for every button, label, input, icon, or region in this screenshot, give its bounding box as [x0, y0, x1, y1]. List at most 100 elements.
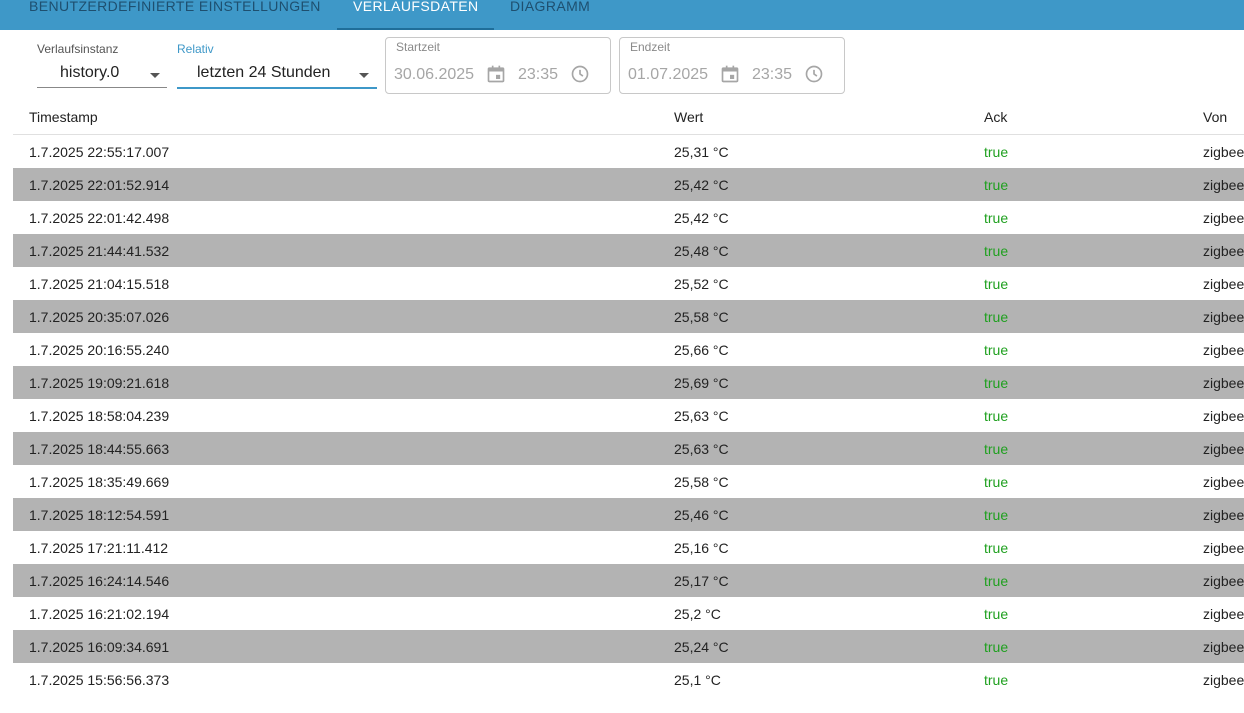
cell-from: zigbee: [1203, 639, 1244, 655]
cell-ack: true: [984, 573, 1009, 589]
table-row[interactable]: 1.7.2025 18:12:54.591 25,46 °C true zigbee: [13, 498, 1244, 531]
cell-from: zigbee: [1203, 342, 1244, 358]
cell-from: zigbee: [1203, 441, 1244, 457]
table-row[interactable]: 1.7.2025 16:09:34.691 25,24 °C true zigbee: [13, 630, 1244, 663]
calendar-icon[interactable]: [486, 64, 506, 84]
cell-timestamp: 1.7.2025 22:01:42.498: [29, 210, 170, 226]
cell-ack: true: [984, 474, 1009, 490]
end-date-input[interactable]: 01.07.2025: [628, 66, 708, 84]
cell-value: 25,17 °C: [674, 573, 729, 589]
table-body: 1.7.2025 22:55:17.007 25,31 °C true zigbee 1…: [13, 135, 1244, 696]
instance-select[interactable]: history.0: [37, 61, 167, 88]
cell-timestamp: 1.7.2025 16:24:14.546: [29, 573, 170, 589]
cell-from: zigbee: [1203, 309, 1244, 325]
start-time-label: Startzeit: [396, 40, 441, 54]
cell-value: 25,16 °C: [674, 540, 729, 556]
cell-from: zigbee: [1203, 672, 1244, 688]
tab-history-data[interactable]: VERLAUFSDATEN: [353, 0, 479, 30]
cell-timestamp: 1.7.2025 22:55:17.007: [29, 144, 170, 160]
cell-timestamp: 1.7.2025 18:58:04.239: [29, 408, 170, 424]
cell-timestamp: 1.7.2025 21:44:41.532: [29, 243, 170, 259]
cell-ack: true: [984, 606, 1009, 622]
table-row[interactable]: 1.7.2025 16:21:02.194 25,2 °C true zigbee: [13, 597, 1244, 630]
start-time-input[interactable]: 23:35: [518, 66, 558, 84]
table-row[interactable]: 1.7.2025 22:01:52.914 25,42 °C true zigbee: [13, 168, 1244, 201]
cell-value: 25,48 °C: [674, 243, 729, 259]
cell-timestamp: 1.7.2025 19:09:21.618: [29, 375, 170, 391]
end-time-group: Endzeit 01.07.2025 23:35: [619, 37, 845, 94]
end-time-label: Endzeit: [630, 40, 671, 54]
table-row[interactable]: 1.7.2025 22:01:42.498 25,42 °C true zigbee: [13, 201, 1244, 234]
cell-ack: true: [984, 507, 1009, 523]
cell-ack: true: [984, 639, 1009, 655]
cell-timestamp: 1.7.2025 15:56:56.373: [29, 672, 170, 688]
cell-value: 25,63 °C: [674, 441, 729, 457]
cell-ack: true: [984, 540, 1009, 556]
tab-chart[interactable]: DIAGRAMM: [510, 0, 590, 30]
table-row[interactable]: 1.7.2025 19:09:21.618 25,69 °C true zigbee: [13, 366, 1244, 399]
header-timestamp[interactable]: Timestamp: [29, 109, 98, 125]
chevron-down-icon: [359, 73, 369, 78]
cell-value: 25,69 °C: [674, 375, 729, 391]
cell-from: zigbee: [1203, 408, 1244, 424]
cell-value: 25,66 °C: [674, 342, 729, 358]
cell-value: 25,46 °C: [674, 507, 729, 523]
cell-value: 25,63 °C: [674, 408, 729, 424]
cell-ack: true: [984, 309, 1009, 325]
table-row[interactable]: 1.7.2025 18:58:04.239 25,63 °C true zigbee: [13, 399, 1244, 432]
calendar-icon[interactable]: [720, 64, 740, 84]
table-row[interactable]: 1.7.2025 17:21:11.412 25,16 °C true zigbee: [13, 531, 1244, 564]
table-row[interactable]: 1.7.2025 15:56:56.373 25,1 °C true zigbee: [13, 663, 1244, 696]
cell-from: zigbee: [1203, 540, 1244, 556]
table-row[interactable]: 1.7.2025 21:44:41.532 25,48 °C true zigbee: [13, 234, 1244, 267]
cell-from: zigbee: [1203, 573, 1244, 589]
cell-from: zigbee: [1203, 243, 1244, 259]
cell-from: zigbee: [1203, 276, 1244, 292]
table-header: Timestamp Wert Ack Von: [13, 98, 1244, 135]
table-row[interactable]: 1.7.2025 20:35:07.026 25,58 °C true zigbee: [13, 300, 1244, 333]
clock-icon[interactable]: [804, 64, 824, 84]
cell-from: zigbee: [1203, 177, 1244, 193]
history-table: Timestamp Wert Ack Von 1.7.2025 22:55:17…: [13, 98, 1244, 696]
cell-timestamp: 1.7.2025 18:12:54.591: [29, 507, 170, 523]
table-row[interactable]: 1.7.2025 20:16:55.240 25,66 °C true zigbee: [13, 333, 1244, 366]
chevron-down-icon: [150, 73, 160, 78]
cell-from: zigbee: [1203, 144, 1244, 160]
cell-ack: true: [984, 408, 1009, 424]
header-value[interactable]: Wert: [674, 109, 703, 125]
clock-icon[interactable]: [570, 64, 590, 84]
relative-label: Relativ: [177, 42, 214, 56]
cell-from: zigbee: [1203, 507, 1244, 523]
table-row[interactable]: 1.7.2025 16:24:14.546 25,17 °C true zigbee: [13, 564, 1244, 597]
cell-value: 25,58 °C: [674, 309, 729, 325]
instance-value: history.0: [60, 64, 120, 81]
cell-timestamp: 1.7.2025 17:21:11.412: [29, 540, 169, 556]
tab-custom-settings[interactable]: BENUTZERDEFINIERTE EINSTELLUNGEN: [29, 0, 321, 30]
cell-ack: true: [984, 342, 1009, 358]
cell-ack: true: [984, 375, 1009, 391]
table-row[interactable]: 1.7.2025 22:55:17.007 25,31 °C true zigbee: [13, 135, 1244, 168]
relative-select[interactable]: letzten 24 Stunden: [177, 61, 377, 89]
cell-ack: true: [984, 243, 1009, 259]
cell-from: zigbee: [1203, 375, 1244, 391]
table-row[interactable]: 1.7.2025 21:04:15.518 25,52 °C true zigbee: [13, 267, 1244, 300]
cell-ack: true: [984, 210, 1009, 226]
cell-value: 25,42 °C: [674, 210, 729, 226]
cell-from: zigbee: [1203, 474, 1244, 490]
cell-timestamp: 1.7.2025 22:01:52.914: [29, 177, 170, 193]
start-date-input[interactable]: 30.06.2025: [394, 66, 474, 84]
cell-timestamp: 1.7.2025 16:21:02.194: [29, 606, 170, 622]
relative-value: letzten 24 Stunden: [197, 64, 331, 81]
cell-value: 25,42 °C: [674, 177, 729, 193]
cell-value: 25,2 °C: [674, 606, 721, 622]
cell-value: 25,24 °C: [674, 639, 729, 655]
end-time-input[interactable]: 23:35: [752, 66, 792, 84]
header-ack[interactable]: Ack: [984, 109, 1007, 125]
cell-ack: true: [984, 441, 1009, 457]
cell-ack: true: [984, 144, 1009, 160]
cell-timestamp: 1.7.2025 20:35:07.026: [29, 309, 170, 325]
cell-timestamp: 1.7.2025 18:35:49.669: [29, 474, 170, 490]
header-from[interactable]: Von: [1203, 109, 1227, 125]
table-row[interactable]: 1.7.2025 18:35:49.669 25,58 °C true zigbee: [13, 465, 1244, 498]
table-row[interactable]: 1.7.2025 18:44:55.663 25,63 °C true zigbee: [13, 432, 1244, 465]
